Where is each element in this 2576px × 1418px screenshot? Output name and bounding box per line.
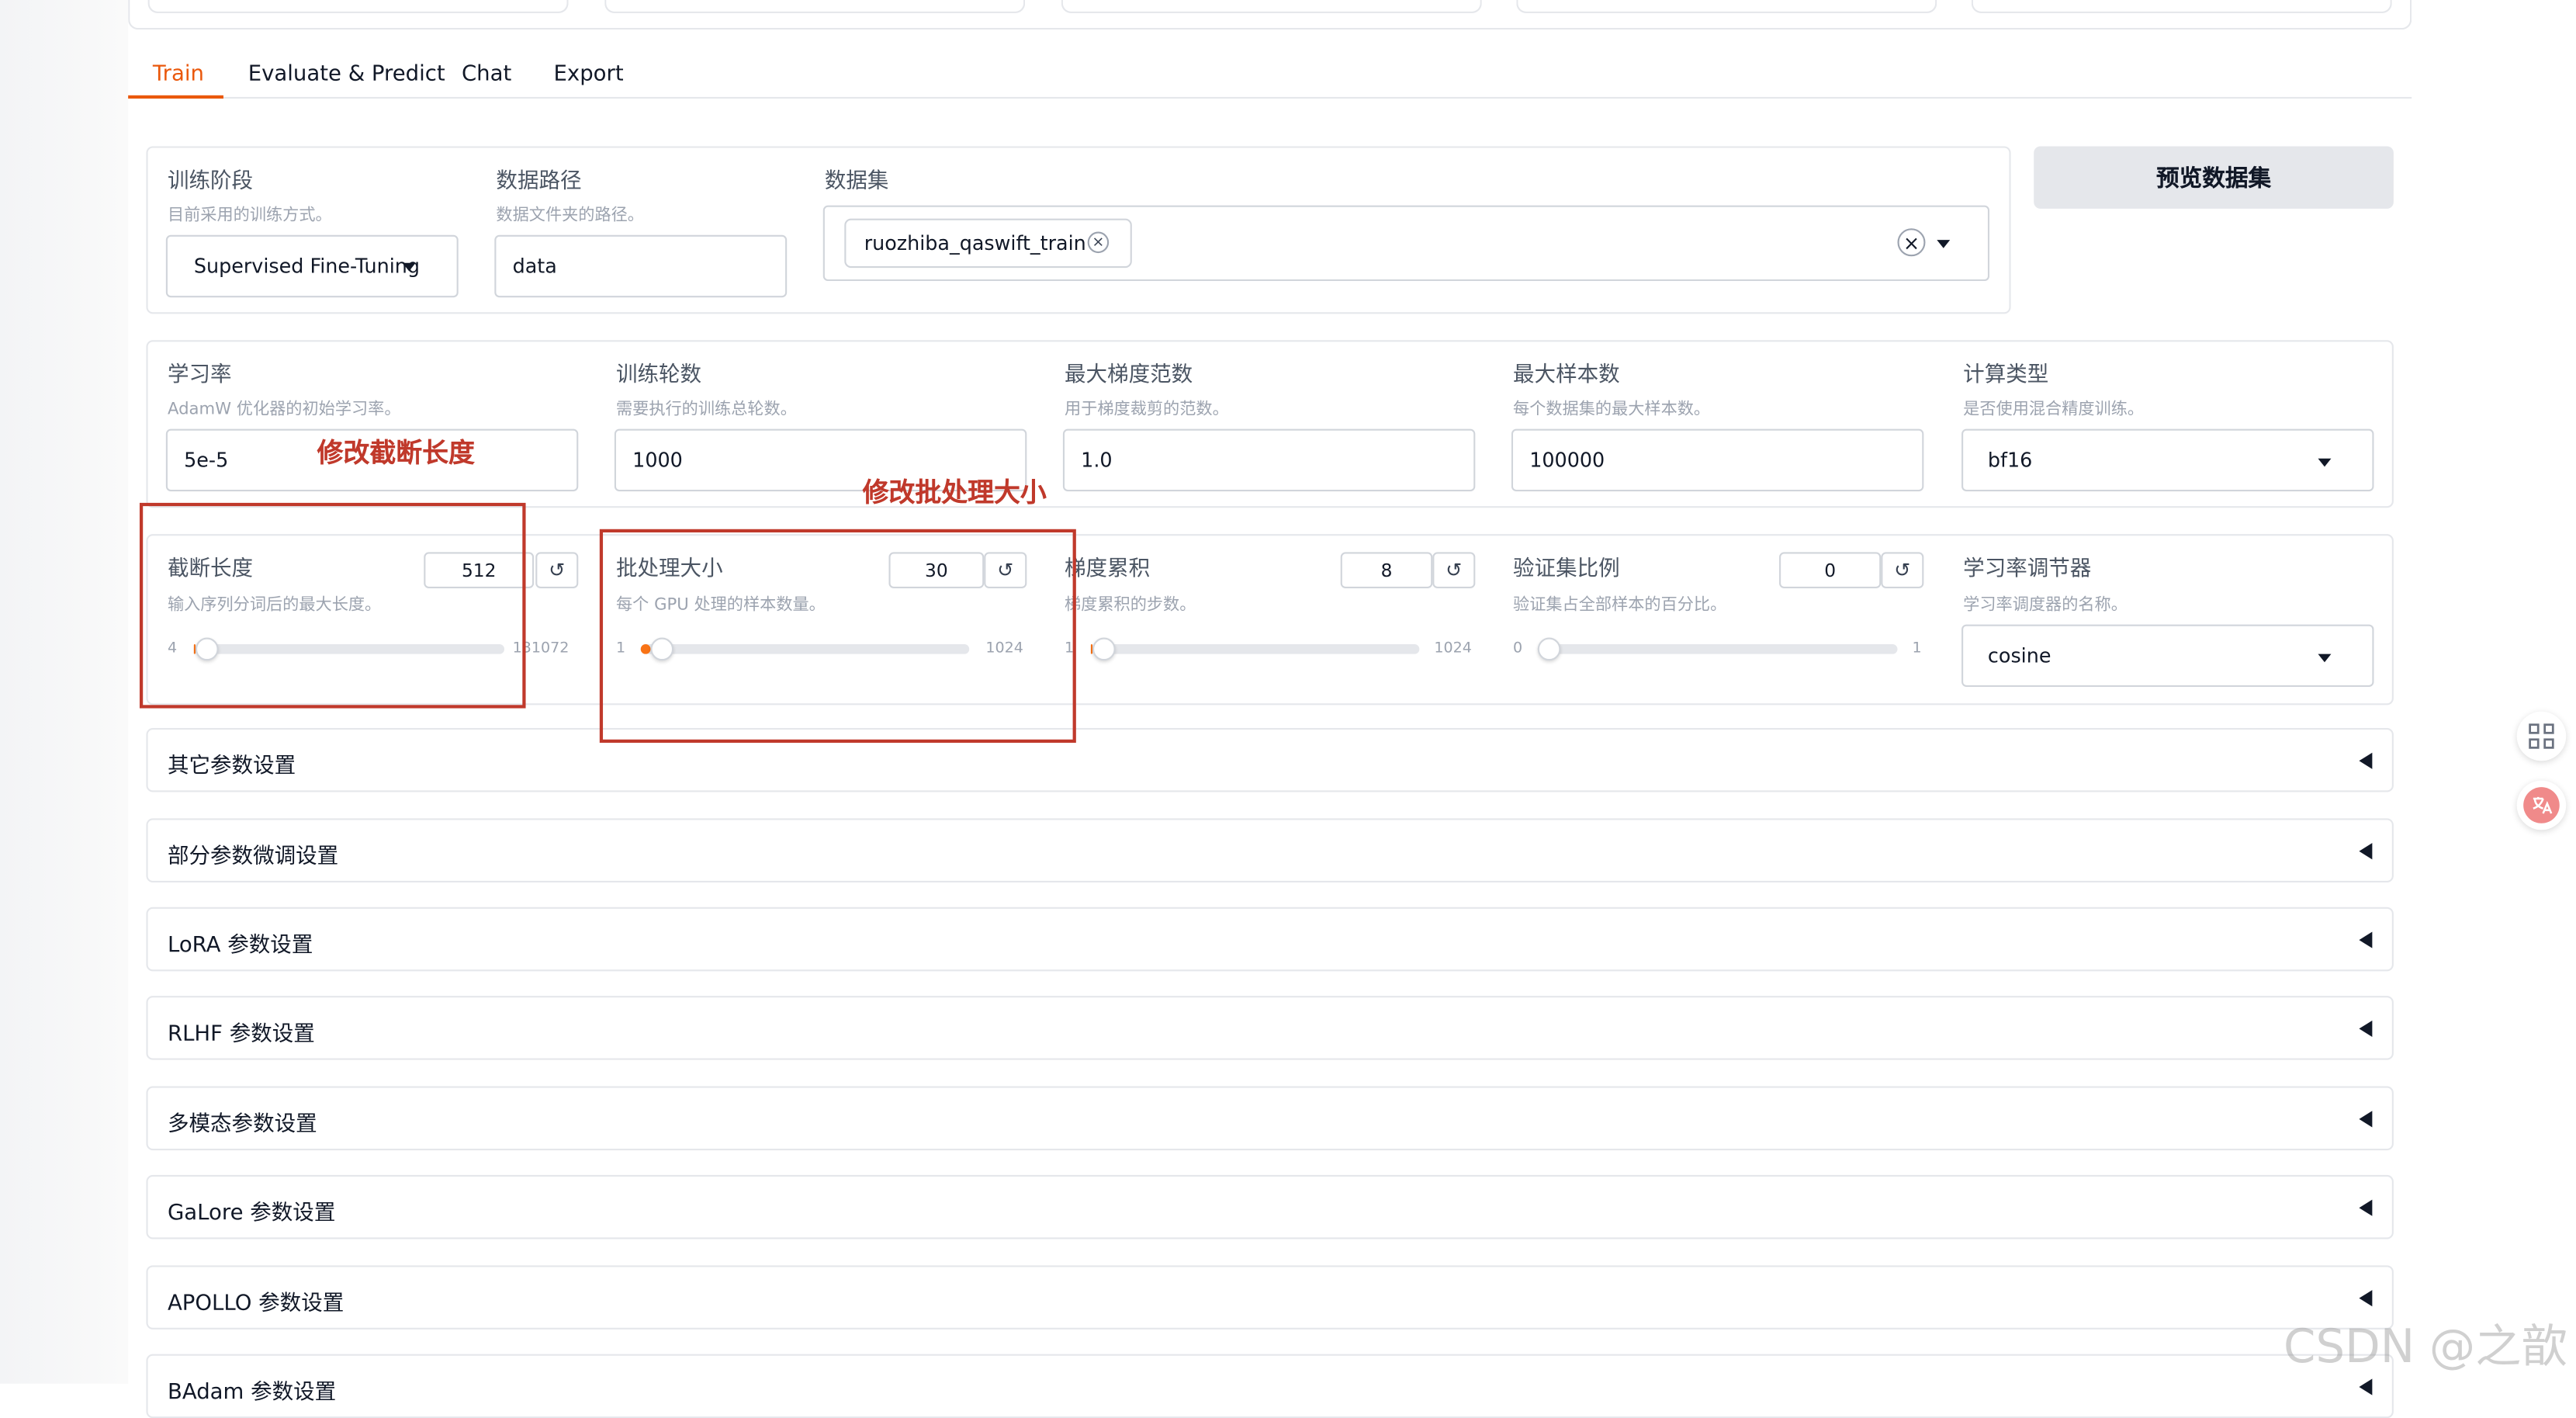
annotation-cutoff: 修改截断长度: [317, 437, 475, 469]
triangle-left-icon: [2359, 752, 2373, 769]
tab-export[interactable]: Export: [554, 62, 624, 95]
accordion-title: 多模态参数设置: [167, 1112, 317, 1138]
grad-accum-number[interactable]: 8: [1340, 552, 1433, 588]
annotation-batch: 修改批处理大小: [862, 477, 1047, 508]
accordion-galore-params[interactable]: GaLore 参数设置: [146, 1174, 2394, 1239]
triangle-left-icon: [2359, 1199, 2373, 1216]
accordion-lora-params[interactable]: LoRA 参数设置: [146, 907, 2394, 972]
max-samples-input[interactable]: 100000: [1511, 428, 1924, 492]
grad-accum-slider[interactable]: [1090, 637, 1420, 661]
lr-scheduler-info: 学习率调度器的名称。: [1963, 596, 2128, 615]
max-samples-label: 最大样本数: [1513, 362, 1620, 388]
dataset-tag-label: ruozhiba_qaswift_train: [864, 231, 1086, 255]
compute-type-label: 计算类型: [1963, 362, 2049, 388]
triangle-left-icon: [2359, 843, 2373, 860]
clear-icon[interactable]: ×: [1897, 228, 1926, 257]
tab-chat[interactable]: Chat: [462, 62, 511, 95]
epochs-info: 需要执行的训练总轮数。: [615, 400, 797, 419]
accordion-other-params[interactable]: 其它参数设置: [146, 727, 2394, 792]
translate-icon[interactable]: [2516, 780, 2567, 830]
compute-type-info: 是否使用混合精度训练。: [1963, 400, 2145, 419]
apps-icon[interactable]: [2516, 711, 2567, 761]
dataset-dir-label: 数据路径: [496, 169, 582, 194]
learning-rate-label: 学习率: [167, 362, 232, 388]
accordion-multimodal-params[interactable]: 多模态参数设置: [146, 1086, 2394, 1151]
val-size-label: 验证集比例: [1513, 556, 1620, 582]
grad-accum-max: 1024: [1434, 640, 1472, 657]
triangle-left-icon: [2359, 931, 2373, 948]
learning-rate-info: AdamW 优化器的初始学习率。: [167, 400, 401, 419]
reset-icon[interactable]: ↺: [535, 552, 579, 588]
val-size-min: 0: [1513, 640, 1523, 657]
tab-train[interactable]: Train: [153, 62, 204, 95]
grad-accum-label: 梯度累积: [1065, 556, 1151, 582]
watermark: CSDN @之歆: [2283, 1319, 2567, 1375]
accordion-title: 其它参数设置: [167, 754, 296, 779]
reset-icon[interactable]: ↺: [1432, 552, 1476, 588]
lr-scheduler-label: 学习率调节器: [1963, 556, 2092, 582]
stage-label: 训练阶段: [167, 169, 254, 194]
page-gutter: [0, 0, 129, 1384]
max-samples-info: 每个数据集的最大样本数。: [1513, 400, 1711, 419]
annotation-box-batch: [599, 529, 1076, 744]
accordion-title: GaLore 参数设置: [167, 1201, 336, 1226]
accordion-title: LoRA 参数设置: [167, 933, 313, 959]
accordion-title: APOLLO 参数设置: [167, 1291, 345, 1316]
max-grad-norm-info: 用于梯度裁剪的范数。: [1065, 400, 1229, 419]
accordion-apollo-params[interactable]: APOLLO 参数设置: [146, 1265, 2394, 1330]
chevron-down-icon: [2318, 654, 2332, 663]
triangle-left-icon: [2359, 1111, 2373, 1128]
close-icon[interactable]: ×: [1087, 231, 1110, 254]
clear-glyph: ×: [1903, 231, 1920, 255]
triangle-left-icon: [2359, 1020, 2373, 1038]
preview-dataset-label: 预览数据集: [2155, 165, 2272, 192]
triangle-left-icon: [2359, 1378, 2373, 1395]
max-grad-norm-label: 最大梯度范数: [1065, 362, 1193, 388]
val-size-max: 1: [1912, 640, 1922, 657]
stage-info: 目前采用的训练方式。: [167, 206, 332, 226]
val-size-slider-thumb[interactable]: [1537, 637, 1561, 661]
top-field[interactable]: [147, 0, 569, 13]
lr-scheduler-dropdown[interactable]: cosine: [1961, 624, 2374, 688]
max-grad-norm-input[interactable]: 1.0: [1062, 428, 1476, 492]
lr-scheduler-value: cosine: [1987, 643, 2051, 667]
top-field[interactable]: [604, 0, 1026, 13]
dataset-dir-info: 数据文件夹的路径。: [496, 206, 644, 226]
compute-type-dropdown[interactable]: bf16: [1961, 428, 2374, 492]
dataset-dir-input[interactable]: data: [494, 234, 788, 298]
val-size-info: 验证集占全部样本的百分比。: [1513, 596, 1727, 615]
top-field[interactable]: [1061, 0, 1482, 13]
compute-type-value: bf16: [1987, 449, 2033, 472]
top-field[interactable]: [1516, 0, 1937, 13]
tag-remove-glyph: ×: [1092, 234, 1105, 251]
preview-dataset-button[interactable]: 预览数据集: [2034, 146, 2394, 209]
tab-divider: [128, 96, 2412, 99]
accordion-title: RLHF 参数设置: [167, 1021, 315, 1047]
chevron-down-icon[interactable]: [1937, 240, 1951, 248]
val-size-slider[interactable]: [1537, 637, 1898, 661]
chevron-down-icon: [402, 262, 416, 272]
accordion-rlhf-params[interactable]: RLHF 参数设置: [146, 996, 2394, 1060]
annotation-box-cutoff: [139, 502, 526, 709]
chevron-down-icon: [2318, 458, 2332, 467]
active-tab-indicator: [128, 95, 223, 99]
accordion-badam-params[interactable]: BAdam 参数设置: [146, 1354, 2394, 1418]
accordion-title: BAdam 参数设置: [167, 1380, 337, 1406]
accordion-freeze-params[interactable]: 部分参数微调设置: [146, 818, 2394, 882]
val-size-number[interactable]: 0: [1779, 552, 1882, 588]
epochs-label: 训练轮数: [615, 362, 702, 388]
stage-value: Supervised Fine-Tuning: [193, 255, 421, 278]
triangle-left-icon: [2359, 1290, 2373, 1307]
grad-accum-info: 梯度累积的步数。: [1065, 596, 1196, 615]
dataset-label: 数据集: [824, 169, 889, 194]
accordion-title: 部分参数微调设置: [167, 844, 339, 870]
tab-evaluate-predict[interactable]: Evaluate & Predict: [248, 62, 445, 95]
top-field[interactable]: [1971, 0, 2392, 13]
reset-icon[interactable]: ↺: [1881, 552, 1924, 588]
